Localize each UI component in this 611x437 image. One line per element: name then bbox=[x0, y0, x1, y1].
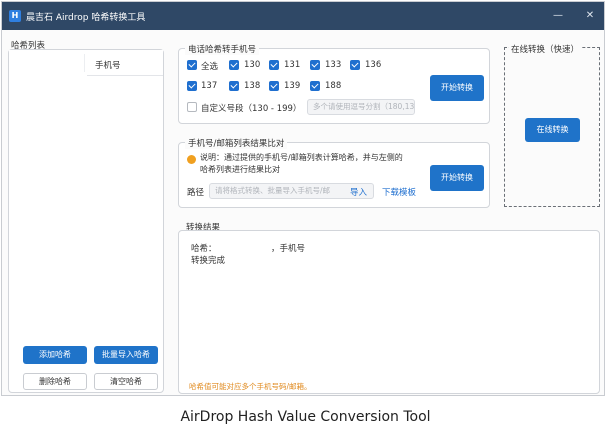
prefix-136-label: 136 bbox=[365, 60, 382, 70]
import-button[interactable]: 导入 bbox=[350, 186, 367, 198]
compare-group-title: 手机号/邮箱列表结果比对 bbox=[185, 137, 288, 149]
custom-prefix-label: 自定义号段（130 - 199） bbox=[201, 104, 302, 114]
phone-column-header[interactable]: 手机号 bbox=[95, 59, 121, 71]
prefix-137-label: 137 bbox=[201, 81, 218, 91]
prefix-130-checkbox[interactable] bbox=[229, 60, 239, 70]
delete-hash-button[interactable]: 删除哈希 bbox=[23, 373, 87, 390]
path-label: 路径 bbox=[187, 188, 205, 198]
clear-hash-button[interactable]: 清空哈希 bbox=[94, 373, 158, 390]
online-convert-button[interactable]: 在线转换 bbox=[525, 118, 580, 142]
phone-hash-group-title: 电话哈希转手机号 bbox=[185, 43, 260, 55]
prefix-188-checkbox[interactable] bbox=[310, 81, 320, 91]
app-window: H 晨吉石 Airdrop 哈希转换工具 — ✕ 哈希列表 手机号 添加哈希 批… bbox=[1, 1, 605, 396]
prefix-131-checkbox[interactable] bbox=[269, 60, 279, 70]
select-all-label: 全选 bbox=[201, 62, 219, 72]
prefix-130-label: 130 bbox=[244, 60, 261, 70]
prefix-131-label: 131 bbox=[284, 60, 301, 70]
prefix-188-label: 188 bbox=[325, 81, 342, 91]
hash-list-header: 手机号 bbox=[9, 50, 163, 76]
result-hash-label: 哈希： bbox=[191, 244, 217, 254]
prefix-138-checkbox[interactable] bbox=[229, 81, 239, 91]
hash-list-panel: 手机号 添加哈希 批量导入哈希 删除哈希 清空哈希 bbox=[8, 49, 164, 393]
custom-prefix-checkbox[interactable] bbox=[187, 102, 197, 112]
result-phone-label: ，手机号 bbox=[271, 244, 306, 254]
result-panel: 哈希： ，手机号 转换完成 哈希值可能对应多个手机号码/邮箱。 bbox=[178, 230, 600, 394]
prefix-139-checkbox[interactable] bbox=[269, 81, 279, 91]
online-group-title: 在线转换（快速） bbox=[509, 43, 582, 55]
window-title: 晨吉石 Airdrop 哈希转换工具 bbox=[26, 13, 146, 23]
download-template-link[interactable]: 下载模板 bbox=[382, 186, 416, 198]
prefix-138-label: 138 bbox=[244, 81, 261, 91]
prefix-133-checkbox[interactable] bbox=[310, 60, 320, 70]
custom-prefix-input[interactable]: 多个请使用逗号分割（180,13... bbox=[307, 99, 415, 115]
add-hash-button[interactable]: 添加哈希 bbox=[23, 346, 87, 364]
prefix-139-label: 139 bbox=[284, 81, 301, 91]
result-done-text: 转换完成 bbox=[191, 256, 226, 266]
minimize-icon[interactable]: — bbox=[550, 8, 566, 24]
title-bar[interactable]: H 晨吉石 Airdrop 哈希转换工具 — ✕ bbox=[2, 2, 604, 30]
select-all-checkbox[interactable] bbox=[187, 60, 197, 70]
result-footer-note: 哈希值可能对应多个手机号码/邮箱。 bbox=[189, 382, 312, 391]
warning-icon bbox=[187, 155, 196, 164]
online-group: 在线转换（快速） 在线转换 bbox=[504, 43, 600, 207]
compare-group: 手机号/邮箱列表结果比对 说明：通过提供的手机号/邮箱列表计算哈希，并与左侧的哈… bbox=[178, 137, 490, 208]
compare-note: 说明：通过提供的手机号/邮箱列表计算哈希，并与左侧的哈希列表进行结果比对 bbox=[200, 153, 403, 174]
close-icon[interactable]: ✕ bbox=[582, 8, 598, 24]
column-divider bbox=[84, 54, 87, 72]
prefix-133-label: 133 bbox=[325, 60, 342, 70]
figure-caption: AirDrop Hash Value Conversion Tool bbox=[180, 409, 431, 425]
phone-start-convert-button[interactable]: 开始转换 bbox=[430, 75, 484, 101]
prefix-136-checkbox[interactable] bbox=[350, 60, 360, 70]
app-logo-icon: H bbox=[9, 10, 21, 22]
batch-import-hash-button[interactable]: 批量导入哈希 bbox=[94, 346, 158, 364]
compare-start-convert-button[interactable]: 开始转换 bbox=[430, 165, 484, 191]
phone-hash-group: 电话哈希转手机号 全选 130 131 133 136 137 138 139 … bbox=[178, 43, 490, 124]
prefix-137-checkbox[interactable] bbox=[187, 81, 197, 91]
